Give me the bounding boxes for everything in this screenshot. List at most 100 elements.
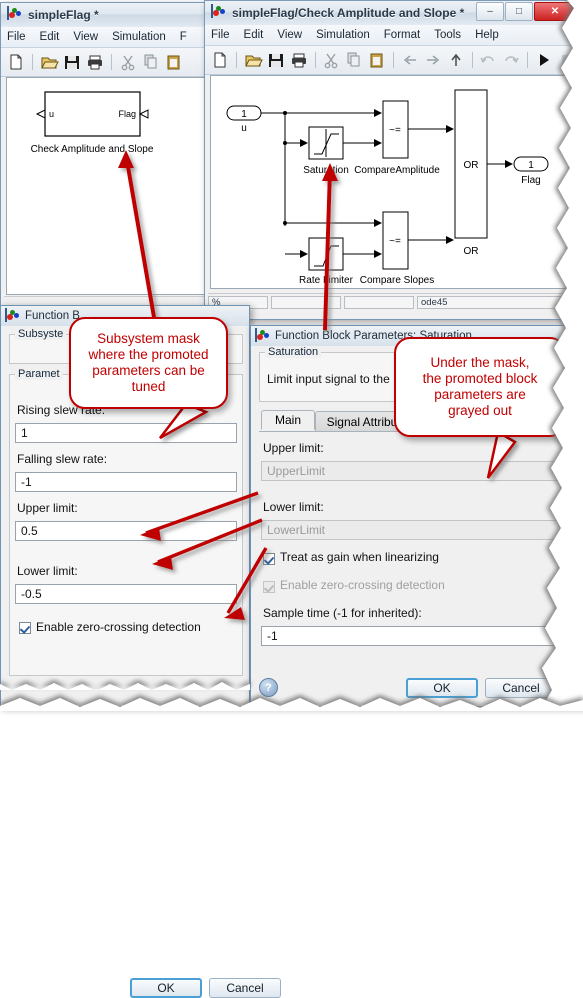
save-icon[interactable] [62, 52, 82, 72]
toolbar-separator [32, 54, 33, 70]
tab-main[interactable]: Main [261, 410, 315, 430]
paste-icon[interactable] [164, 52, 184, 72]
falling-slew-rate-label: Falling slew rate: [17, 452, 108, 466]
window-check-amplitude-and-slope[interactable]: simpleFlag/Check Amplitude and Slope * –… [204, 0, 578, 320]
treat-as-gain-checkbox[interactable] [263, 553, 275, 565]
upper-limit-label-block: Upper limit: [263, 441, 324, 455]
open-folder-icon[interactable] [39, 52, 59, 72]
toolbar-separator [527, 52, 528, 68]
window-simpleflag[interactable]: simpleFlag * File Edit View Simulation F [0, 2, 215, 316]
copy-icon[interactable] [141, 52, 161, 72]
save-icon[interactable] [266, 50, 286, 70]
menu-format-truncated[interactable]: F [180, 31, 187, 43]
window-title: simpleFlag/Check Amplitude and Slope * [232, 6, 465, 20]
stop-icon[interactable] [557, 50, 577, 70]
open-folder-icon[interactable] [243, 50, 263, 70]
cut-icon[interactable] [118, 52, 138, 72]
close-button[interactable]: ✕ [534, 2, 576, 21]
statusbar-subsystem: % ode45 [208, 293, 573, 310]
canvas-simpleflag[interactable]: u Flag Check Amplitude and Slope [6, 77, 206, 295]
menu-tools[interactable]: Tools [434, 29, 461, 41]
window-title: simpleFlag * [28, 8, 99, 22]
cancel-button-mask[interactable]: Cancel [209, 978, 281, 998]
svg-text:Check Amplitude and Slope: Check Amplitude and Slope [31, 144, 154, 155]
simulink-icon [7, 6, 23, 23]
svg-text:Rate Limiter: Rate Limiter [299, 275, 354, 286]
toolbar-separator [314, 52, 316, 68]
menu-view[interactable]: View [73, 31, 98, 43]
simulink-icon [5, 307, 20, 324]
menu-file[interactable]: File [211, 29, 230, 41]
toolbar-separator [393, 52, 394, 68]
copy-icon[interactable] [344, 50, 364, 70]
menubar-simpleflag[interactable]: File Edit View Simulation F [1, 27, 214, 48]
callout-subsystem-mask-text: Subsystem mask where the promoted parame… [88, 331, 209, 394]
lower-limit-input[interactable]: -0.5 [15, 584, 237, 604]
callout-subsystem-mask: Subsystem mask where the promoted parame… [69, 317, 228, 409]
svg-text:1: 1 [528, 160, 534, 171]
sample-time-input[interactable]: -1 [261, 626, 575, 646]
enable-zero-crossing-label-block: Enable zero-crossing detection [280, 578, 445, 592]
ok-button-mask[interactable]: OK [130, 978, 202, 998]
menu-simulation[interactable]: Simulation [112, 31, 166, 43]
svg-text:Flag: Flag [521, 175, 540, 186]
upper-limit-input-block: UpperLimit [261, 461, 575, 481]
menu-file[interactable]: File [7, 31, 26, 43]
up-arrow-icon[interactable] [446, 50, 466, 70]
svg-text:~=: ~= [389, 236, 401, 247]
back-arrow-icon[interactable] [400, 50, 420, 70]
lower-limit-label: Lower limit: [17, 564, 78, 578]
menu-view[interactable]: View [277, 29, 302, 41]
toolbar-separator [111, 54, 112, 70]
help-question-icon[interactable]: ? [259, 678, 278, 697]
sample-time-label: Sample time (-1 for inherited): [263, 606, 422, 620]
menubar-subsystem[interactable]: File Edit View Simulation Format Tools H… [205, 25, 577, 46]
toolbar-separator [236, 52, 237, 68]
callout-under-the-mask-text: Under the mask, the promoted block param… [422, 355, 538, 418]
print-icon[interactable] [289, 50, 309, 70]
upper-limit-input[interactable]: 0.5 [15, 521, 237, 541]
menu-simulation[interactable]: Simulation [316, 29, 370, 41]
run-icon[interactable] [534, 50, 554, 70]
new-file-icon[interactable] [210, 50, 230, 70]
simulink-icon [255, 327, 270, 344]
window-controls[interactable]: – □ ✕ [476, 2, 576, 21]
menu-format[interactable]: Format [384, 29, 420, 41]
falling-slew-rate-input[interactable]: -1 [15, 472, 237, 492]
svg-text:Flag: Flag [118, 109, 136, 119]
titlebar-simpleflag[interactable]: simpleFlag * [1, 3, 214, 27]
cancel-button-block[interactable]: Cancel [485, 678, 557, 698]
svg-text:~=: ~= [389, 125, 401, 136]
saturation-description: Limit input signal to the [267, 372, 390, 386]
svg-text:u: u [241, 123, 247, 134]
undo-icon[interactable] [478, 50, 498, 70]
new-file-icon[interactable] [6, 52, 26, 72]
upper-limit-label: Upper limit: [17, 501, 78, 515]
print-icon[interactable] [85, 52, 105, 72]
enable-zero-crossing-label: Enable zero-crossing detection [36, 620, 201, 634]
diagram-subsystem: 1 u Saturation ~= CompareAmplitude Rate … [226, 89, 549, 286]
canvas-subsystem[interactable]: 1 u Saturation ~= CompareAmplitude Rate … [210, 75, 572, 289]
toolbar-subsystem[interactable] [205, 46, 577, 75]
menu-help[interactable]: Help [475, 29, 499, 41]
enable-zero-crossing-checkbox[interactable] [19, 622, 31, 634]
forward-arrow-icon[interactable] [423, 50, 443, 70]
svg-text:OR: OR [464, 160, 479, 171]
ok-button-block[interactable]: OK [406, 678, 478, 698]
rising-slew-rate-input[interactable]: 1 [15, 423, 237, 443]
maximize-button[interactable]: □ [505, 2, 533, 21]
redo-icon[interactable] [501, 50, 521, 70]
minimize-button[interactable]: – [476, 2, 504, 21]
titlebar-subsystem[interactable]: simpleFlag/Check Amplitude and Slope * –… [205, 1, 577, 25]
menu-edit[interactable]: Edit [244, 29, 264, 41]
lower-limit-label-block: Lower limit: [263, 500, 324, 514]
group-subsystem-label: Subsyste [15, 328, 67, 340]
paste-icon[interactable] [367, 50, 387, 70]
toolbar-simpleflag[interactable] [1, 48, 214, 77]
group-saturation-label: Saturation [265, 346, 322, 358]
cut-icon[interactable] [321, 50, 341, 70]
statusbar-solver: ode45 [417, 295, 567, 309]
svg-text:OR: OR [464, 246, 479, 257]
menu-edit[interactable]: Edit [40, 31, 60, 43]
treat-as-gain-label: Treat as gain when linearizing [280, 550, 439, 564]
